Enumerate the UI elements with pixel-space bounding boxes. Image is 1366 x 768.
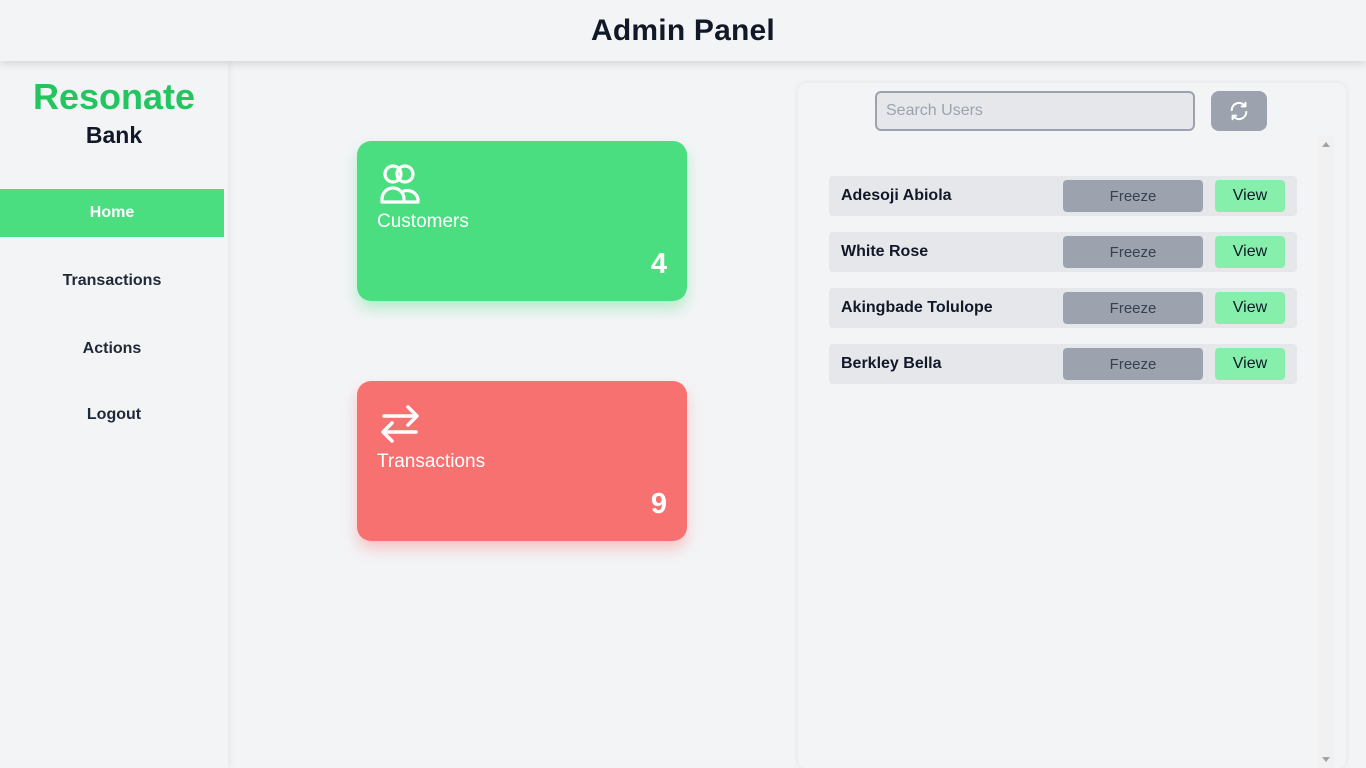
user-name: Adesoji Abiola xyxy=(841,187,952,204)
view-button[interactable]: View xyxy=(1215,348,1285,380)
users-list-scrollbar[interactable] xyxy=(1318,136,1334,768)
sidebar-item-label: Transactions xyxy=(62,272,162,289)
list-item: White Rose Freeze View xyxy=(829,232,1297,272)
brand-name: Resonate xyxy=(32,76,196,117)
transactions-card[interactable]: Transactions 9 xyxy=(357,381,687,541)
sidebar-item-label: Home xyxy=(89,204,135,221)
users-icon xyxy=(380,164,420,204)
search-users-input[interactable] xyxy=(875,91,1195,131)
sidebar-item-label: Logout xyxy=(86,406,142,423)
view-button[interactable]: View xyxy=(1215,236,1285,268)
users-panel: Adesoji Abiola Freeze View White Rose Fr… xyxy=(798,83,1346,768)
sidebar-item-actions[interactable]: Actions xyxy=(0,325,224,373)
top-header: Admin Panel xyxy=(0,0,1366,61)
arrows-exchange-icon xyxy=(381,405,419,443)
brand-logo: Resonate Bank xyxy=(0,61,228,189)
view-button[interactable]: View xyxy=(1215,180,1285,212)
list-item: Akingbade Tolulope Freeze View xyxy=(829,288,1297,328)
sidebar: Resonate Bank Home Transactions Actions … xyxy=(0,61,228,768)
scroll-up-arrow-icon[interactable] xyxy=(1322,142,1330,147)
transactions-card-label: Transactions xyxy=(377,451,486,472)
list-item: Berkley Bella Freeze View xyxy=(829,344,1297,384)
dashboard-main: Customers 4 Transactions 9 xyxy=(228,61,798,768)
refresh-button[interactable] xyxy=(1211,91,1267,131)
scroll-down-arrow-icon[interactable] xyxy=(1322,757,1330,762)
user-name: White Rose xyxy=(841,243,929,260)
sidebar-item-home[interactable]: Home xyxy=(0,189,224,237)
user-name: Akingbade Tolulope xyxy=(841,299,993,316)
list-item: Adesoji Abiola Freeze View xyxy=(829,176,1297,216)
sidebar-item-label: Actions xyxy=(82,340,142,357)
customers-card-count: 4 xyxy=(650,248,667,280)
view-button[interactable]: View xyxy=(1215,292,1285,324)
freeze-button[interactable]: Freeze xyxy=(1063,180,1203,212)
users-list: Adesoji Abiola Freeze View White Rose Fr… xyxy=(829,176,1297,400)
page-title: Admin Panel xyxy=(591,13,775,47)
transactions-card-count: 9 xyxy=(650,488,667,520)
customers-card[interactable]: Customers 4 xyxy=(357,141,687,301)
sidebar-item-logout[interactable]: Logout xyxy=(0,391,228,439)
freeze-button[interactable]: Freeze xyxy=(1063,236,1203,268)
freeze-button[interactable]: Freeze xyxy=(1063,348,1203,380)
customers-card-label: Customers xyxy=(377,211,469,232)
user-name: Berkley Bella xyxy=(841,355,942,372)
sidebar-item-transactions[interactable]: Transactions xyxy=(0,257,224,305)
freeze-button[interactable]: Freeze xyxy=(1063,292,1203,324)
brand-subtitle: Bank xyxy=(85,122,143,148)
refresh-icon xyxy=(1230,101,1248,121)
